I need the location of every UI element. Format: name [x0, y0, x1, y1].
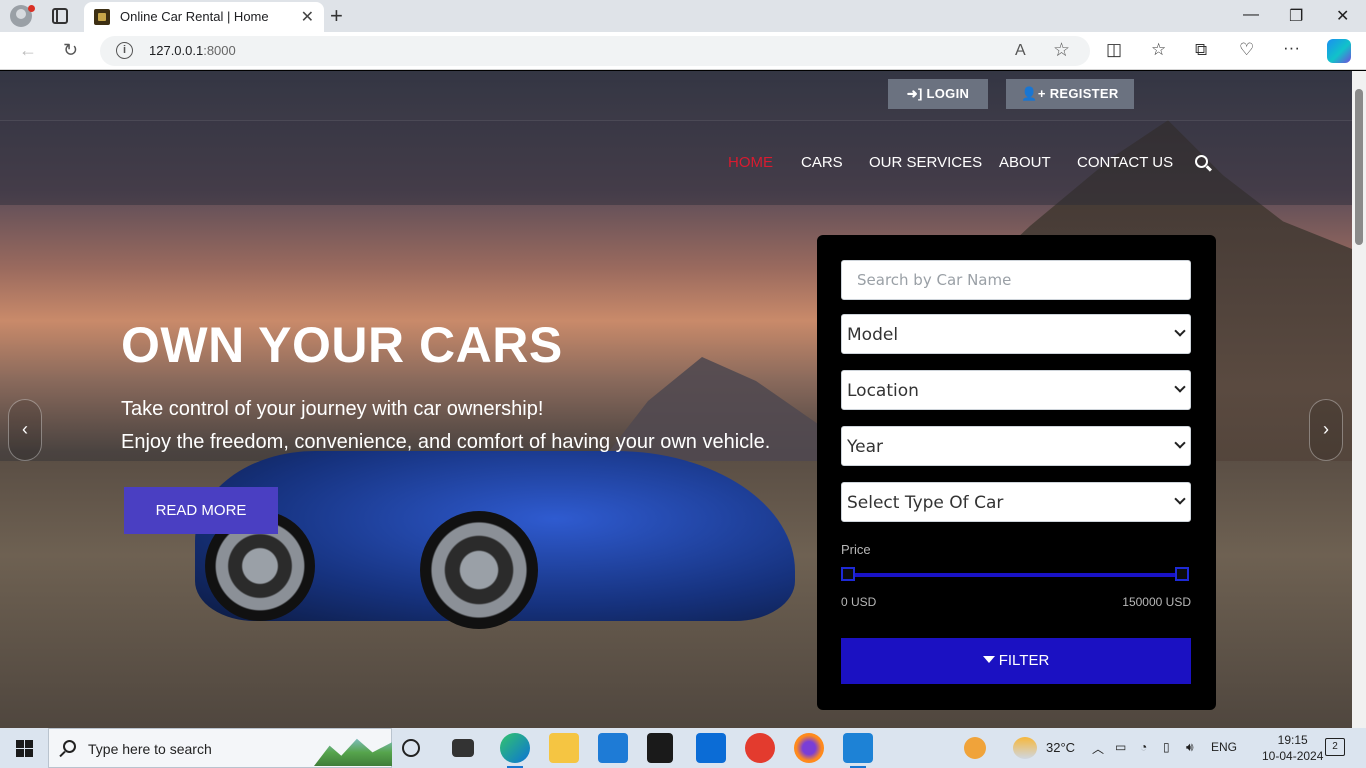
search-icon[interactable] — [1195, 155, 1208, 168]
page-scrollbar[interactable] — [1352, 71, 1366, 728]
price-min-value: 0 USD — [841, 595, 877, 609]
wifi-icon[interactable]: ◔ — [1140, 740, 1147, 754]
collections-icon[interactable]: ⧉ — [1195, 40, 1207, 60]
price-range-track[interactable] — [848, 573, 1182, 577]
user-plus-icon: 👤+ — [1021, 86, 1046, 101]
notification-center-icon[interactable]: 2 — [1325, 738, 1345, 756]
car-name-search-field[interactable] — [841, 260, 1191, 300]
back-icon[interactable]: ← — [19, 40, 37, 61]
close-window-button[interactable]: ✕ — [1336, 6, 1349, 26]
read-aloud-icon[interactable]: A — [1015, 42, 1026, 60]
nav-our-services[interactable]: OUR SERVICES — [869, 154, 982, 171]
browser-essentials-icon[interactable]: ♡ — [1239, 40, 1254, 60]
top-bar — [0, 71, 1352, 121]
refresh-icon[interactable]: ↻ — [63, 40, 78, 61]
help-icon[interactable] — [964, 737, 986, 759]
car-filter-panel: Model Location Year Select Type Of Car P… — [817, 235, 1216, 710]
hero-title: OWN YOUR CARS — [121, 317, 563, 373]
filter-button[interactable]: FILTER — [841, 638, 1191, 684]
tab-close-icon[interactable]: ✕ — [301, 7, 314, 27]
url-field[interactable]: i 127.0.0.1:8000 A ☆ — [100, 36, 1090, 66]
show-hidden-icons-icon[interactable]: ︿ — [1092, 740, 1104, 757]
clock-time: 19:15 — [1277, 733, 1308, 747]
car-name-search-input[interactable] — [842, 261, 1190, 299]
price-min-handle[interactable] — [841, 567, 855, 581]
edge-icon[interactable] — [500, 733, 530, 768]
web-page: ➜] LOGIN 👤+ REGISTER HOME CARS OUR SERVI… — [0, 71, 1352, 728]
windows-start-icon[interactable] — [16, 740, 33, 757]
browser-tab-bar: Online Car Rental | Home ✕ + — ❐ ✕ — [0, 0, 1366, 32]
clock[interactable]: 19:15 10-04-2024 — [1262, 732, 1323, 764]
price-max-handle[interactable] — [1175, 567, 1189, 581]
vscode-icon[interactable] — [843, 733, 873, 768]
chevron-down-icon — [1174, 325, 1186, 337]
scrollbar-thumb[interactable] — [1355, 89, 1363, 245]
login-label: LOGIN — [926, 86, 970, 101]
login-icon: ➜] — [906, 86, 923, 101]
clock-date: 10-04-2024 — [1262, 749, 1324, 763]
copilot-icon[interactable] — [1327, 39, 1351, 63]
car-type-select-value: Select Type Of Car — [847, 493, 1004, 513]
price-max-value: 150000 USD — [1122, 595, 1191, 609]
location-select[interactable]: Location — [841, 370, 1191, 410]
carousel-prev-button[interactable]: ‹ — [8, 399, 42, 461]
filter-label: FILTER — [998, 652, 1050, 669]
wps-office-icon[interactable] — [745, 733, 775, 763]
battery-icon[interactable]: ▭ — [1115, 740, 1126, 754]
weather-icon[interactable] — [1013, 737, 1037, 759]
minimize-button[interactable]: — — [1243, 6, 1259, 24]
favorites-icon[interactable]: ☆ — [1151, 40, 1166, 60]
myhp-icon[interactable] — [696, 733, 726, 763]
dropbox-icon[interactable] — [647, 733, 673, 763]
car-front-wheel — [420, 511, 538, 629]
task-view-icon[interactable] — [452, 739, 474, 757]
site-favicon-icon — [94, 9, 110, 25]
filter-icon — [982, 655, 995, 663]
tab-actions-icon[interactable] — [52, 8, 68, 24]
nav-home[interactable]: HOME — [728, 154, 773, 171]
tab-title: Online Car Rental | Home — [120, 9, 269, 24]
chevron-down-icon — [1174, 493, 1186, 505]
split-screen-icon[interactable]: ◫ — [1106, 40, 1122, 60]
login-button[interactable]: ➜] LOGIN — [888, 79, 988, 109]
taskbar-search-placeholder: Type here to search — [88, 741, 212, 757]
language-indicator[interactable]: ENG — [1211, 740, 1237, 754]
cortana-icon[interactable] — [402, 739, 420, 757]
url-text[interactable]: 127.0.0.1:8000 — [149, 43, 236, 58]
price-label: Price — [841, 542, 871, 557]
register-button[interactable]: 👤+ REGISTER — [1006, 79, 1134, 109]
site-info-icon[interactable]: i — [116, 42, 133, 59]
chevron-down-icon — [1174, 437, 1186, 449]
file-explorer-icon[interactable] — [549, 733, 579, 763]
more-options-icon[interactable]: ··· — [1283, 38, 1300, 58]
weather-temperature[interactable]: 32°C — [1046, 740, 1075, 755]
chevron-down-icon — [1174, 381, 1186, 393]
car-type-select[interactable]: Select Type Of Car — [841, 482, 1191, 522]
search-icon — [63, 740, 76, 753]
nav-cars[interactable]: CARS — [801, 154, 843, 171]
new-tab-button[interactable]: + — [330, 3, 343, 29]
model-select-value: Model — [847, 325, 899, 345]
carousel-next-button[interactable]: › — [1309, 399, 1343, 461]
year-select-value: Year — [847, 437, 883, 457]
year-select[interactable]: Year — [841, 426, 1191, 466]
favorite-star-icon[interactable]: ☆ — [1053, 39, 1070, 62]
display-icon[interactable]: ▯ — [1163, 740, 1170, 754]
firefox-icon[interactable] — [794, 733, 824, 763]
hero-subtitle-line-2: Enjoy the freedom, convenience, and comf… — [121, 431, 771, 453]
model-select[interactable]: Model — [841, 314, 1191, 354]
mail-icon[interactable] — [598, 733, 628, 763]
notification-dot-icon — [28, 5, 35, 12]
windows-taskbar: Type here to search 32°C ︿ ▭ ◔ ▯ 🔊︎ ENG … — [0, 728, 1366, 768]
restore-button[interactable]: ❐ — [1289, 6, 1303, 26]
register-label: REGISTER — [1049, 86, 1119, 101]
read-more-button[interactable]: READ MORE — [124, 487, 278, 534]
browser-tab-active[interactable]: Online Car Rental | Home ✕ — [84, 2, 324, 32]
nav-contact-us[interactable]: CONTACT US — [1077, 154, 1173, 171]
nav-about[interactable]: ABOUT — [999, 154, 1051, 171]
volume-icon[interactable]: 🔊︎ — [1186, 740, 1194, 755]
hero-subtitle-line-1: Take control of your journey with car ow… — [121, 398, 544, 420]
location-select-value: Location — [847, 381, 919, 401]
